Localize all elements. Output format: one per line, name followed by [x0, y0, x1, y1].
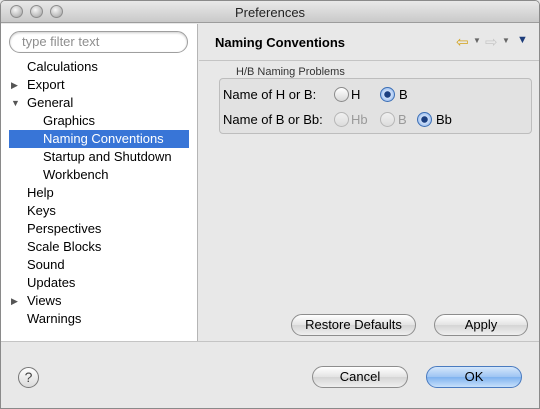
tree-item-views[interactable]: ▶ Views: [9, 292, 189, 310]
tree-item-label: Startup and Shutdown: [43, 149, 172, 164]
tree-item-warnings[interactable]: Warnings: [9, 310, 189, 328]
hb-row: Name of H or B: H B: [223, 86, 523, 104]
tree-item-label: Calculations: [27, 59, 98, 74]
title-bar: Preferences: [1, 1, 539, 23]
tree-item-naming-conventions[interactable]: Naming Conventions: [9, 130, 189, 148]
tree-item-label: Sound: [27, 257, 65, 272]
tree-item-general[interactable]: ▼ General: [9, 94, 189, 112]
tree-item-startup-and-shutdown[interactable]: Startup and Shutdown: [9, 148, 189, 166]
radio-bb[interactable]: [417, 112, 432, 127]
hb-row-label: Name of H or B:: [223, 87, 317, 102]
tree-item-graphics[interactable]: Graphics: [9, 112, 189, 130]
preferences-window: Preferences type filter text Calculation…: [0, 0, 540, 409]
tree-item-label: Warnings: [27, 311, 82, 326]
tree-item-sound[interactable]: Sound: [9, 256, 189, 274]
preference-tree: Calculations ▶ Export ▼ General Graphics Namin…: [9, 58, 189, 328]
tree-item-label: Workbench: [43, 167, 109, 182]
collapsed-twisty-icon[interactable]: ▶: [11, 76, 18, 94]
radio-h-label: H: [351, 87, 361, 102]
tree-item-help[interactable]: Help: [9, 184, 189, 202]
window-title: Preferences: [234, 5, 306, 20]
tree-item-updates[interactable]: Updates: [9, 274, 189, 292]
hb-naming-group: Name of H or B: H B Name of B or Bb: Hb …: [219, 78, 532, 134]
back-dropdown-icon[interactable]: ▼: [473, 36, 481, 45]
radio-bb-label: Bb: [436, 112, 452, 127]
cancel-button[interactable]: Cancel: [312, 366, 408, 388]
tree-item-calculations[interactable]: Calculations: [9, 58, 189, 76]
forward-dropdown-icon[interactable]: ▼: [502, 36, 510, 45]
group-title: H/B Naming Problems: [234, 66, 347, 78]
bbb-row: Name of B or Bb: Hb B Bb: [223, 111, 523, 129]
view-menu-icon[interactable]: ▼: [517, 34, 528, 46]
page-header: Naming Conventions ⇦ ▼ ⇨ ▼ ▼: [199, 24, 539, 61]
preference-tree-pane: type filter text Calculations ▶ Export ▼ Gen…: [1, 24, 198, 341]
collapsed-twisty-icon[interactable]: ▶: [11, 292, 18, 310]
help-icon[interactable]: ?: [18, 367, 39, 388]
radio-b2-label: B: [398, 112, 407, 127]
tree-item-label: Graphics: [43, 113, 96, 128]
radio-hb-label: Hb: [351, 112, 368, 127]
tree-item-export[interactable]: ▶ Export: [9, 76, 189, 94]
radio-h[interactable]: [334, 87, 349, 102]
tree-item-label: Keys: [27, 203, 56, 218]
filter-input[interactable]: type filter text: [9, 31, 188, 53]
tree-item-label: Help: [27, 185, 54, 200]
tree-item-label: Naming Conventions: [43, 131, 164, 146]
tree-item-scale-blocks[interactable]: Scale Blocks: [9, 238, 189, 256]
tree-item-perspectives[interactable]: Perspectives: [9, 220, 189, 238]
dialog-button-bar: ? Cancel OK: [1, 341, 539, 408]
preference-page: Naming Conventions ⇦ ▼ ⇨ ▼ ▼ Name of H o…: [199, 24, 539, 341]
radio-b[interactable]: [380, 87, 395, 102]
back-arrow-icon[interactable]: ⇦: [456, 33, 469, 51]
tree-item-keys[interactable]: Keys: [9, 202, 189, 220]
radio-b2[interactable]: [380, 112, 395, 127]
ok-button[interactable]: OK: [426, 366, 522, 388]
tree-item-label: Perspectives: [27, 221, 102, 236]
tree-item-label: Updates: [27, 275, 76, 290]
forward-arrow-icon[interactable]: ⇨: [485, 33, 498, 51]
bbb-row-label: Name of B or Bb:: [223, 112, 323, 127]
tree-item-label: Scale Blocks: [27, 239, 102, 254]
expanded-twisty-icon[interactable]: ▼: [11, 94, 20, 112]
page-title: Naming Conventions: [215, 35, 346, 50]
tree-item-workbench[interactable]: Workbench: [9, 166, 189, 184]
restore-defaults-button[interactable]: Restore Defaults: [291, 314, 416, 336]
apply-button[interactable]: Apply: [434, 314, 528, 336]
radio-b-label: B: [399, 87, 408, 102]
radio-hb[interactable]: [334, 112, 349, 127]
